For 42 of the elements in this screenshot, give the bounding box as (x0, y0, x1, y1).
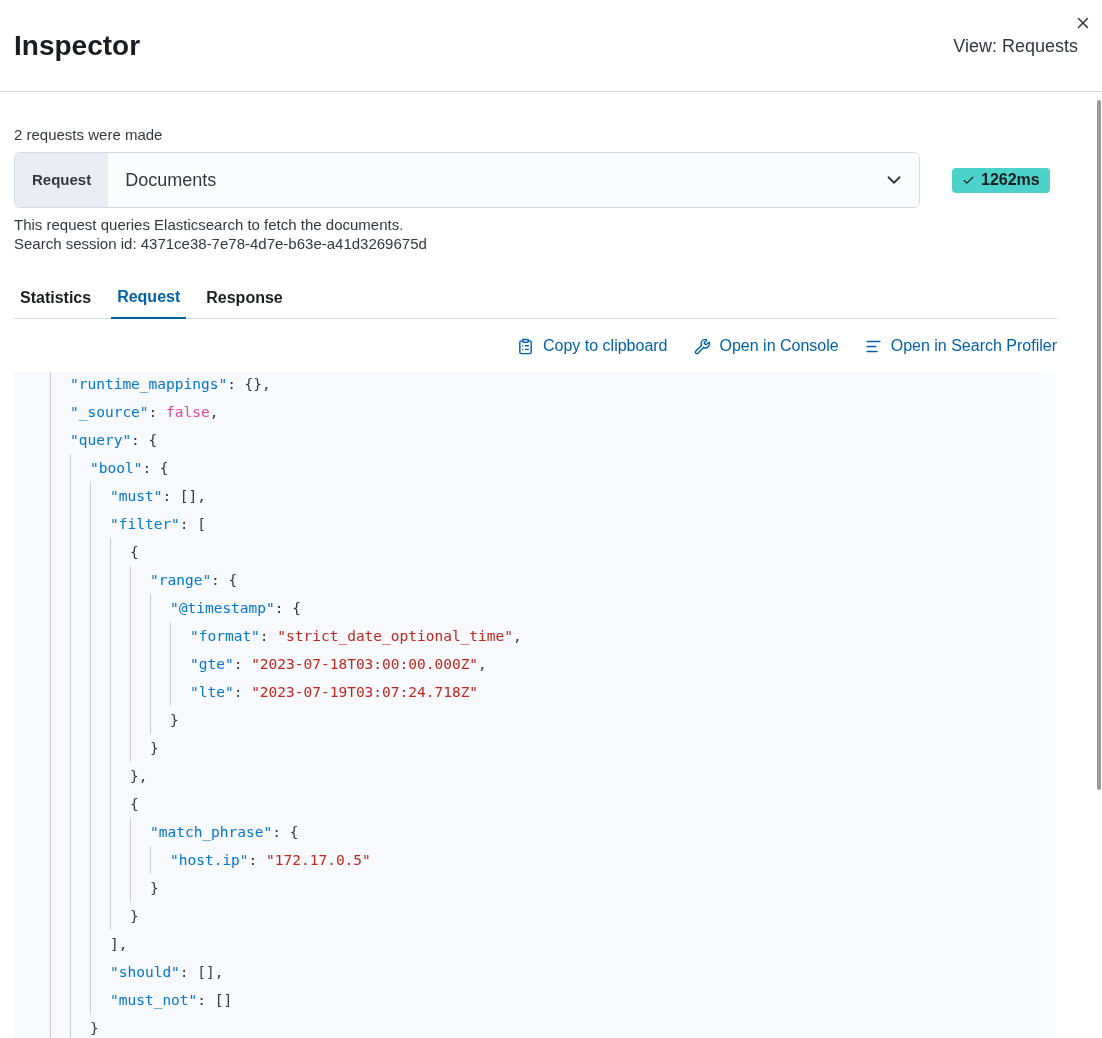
code-line: }, (130, 767, 149, 786)
code-line: "bool": { (90, 459, 170, 478)
code-line: "runtime_mappings": {}, (70, 375, 272, 395)
code-line: { (130, 543, 140, 562)
request-select[interactable]: Request Documents (14, 152, 920, 208)
code-line: "match_phrase": { (150, 823, 300, 843)
request-description: This request queries Elasticsearch to fetch the documents. (14, 216, 405, 234)
select-prepend-label: Request (15, 153, 109, 207)
code-line: "_source": false, (70, 403, 220, 423)
code-line: "must_not": [] (110, 991, 234, 1011)
flyout-title: Inspector (14, 28, 141, 63)
select-value: Documents (108, 153, 883, 207)
code-line: "must": [], (110, 487, 208, 506)
code-line: "@timestamp": { (170, 599, 302, 618)
tab[interactable]: Statistics (14, 277, 98, 319)
action-link[interactable]: Copy to clipboard (517, 334, 668, 358)
scrollbar[interactable] (1097, 100, 1101, 790)
code-line: } (130, 907, 140, 926)
code-line: "query": { (70, 431, 159, 450)
clipboard-icon (517, 337, 534, 355)
tab[interactable]: Response (200, 277, 289, 319)
code-line: "filter": [ (110, 515, 208, 534)
code-line: "range": { (150, 571, 239, 590)
action-link[interactable]: Open in Search Profiler (864, 334, 1057, 358)
action-link[interactable]: Open in Console (693, 334, 839, 358)
badge-text: 1262ms (981, 170, 1040, 190)
code-line: { (130, 795, 140, 814)
tab[interactable]: Request (111, 277, 187, 319)
view-menu[interactable]: View: Requests (953, 33, 1078, 60)
code-line: } (150, 739, 160, 758)
code-line: } (90, 1019, 100, 1038)
requests-count: 2 requests were made (14, 126, 164, 144)
code-line: } (150, 879, 160, 898)
code-line: "host.ip": "172.17.0.5" (170, 851, 372, 870)
code-line: "format": "strict_date_optional_time", (190, 627, 523, 647)
code-line: } (170, 711, 180, 730)
code-line: ], (110, 935, 129, 954)
code-line: "gte": "2023-07-18T03:00:00.000Z", (190, 655, 488, 674)
session-id: Search session id: 4371ce38-7e78-4d7e-b63e-a41d3269675d (14, 235, 428, 253)
code-line: "lte": "2023-07-19T03:07:24.718Z" (190, 683, 480, 702)
wrench-icon (693, 337, 711, 355)
code-line: "should": [], (110, 963, 225, 982)
